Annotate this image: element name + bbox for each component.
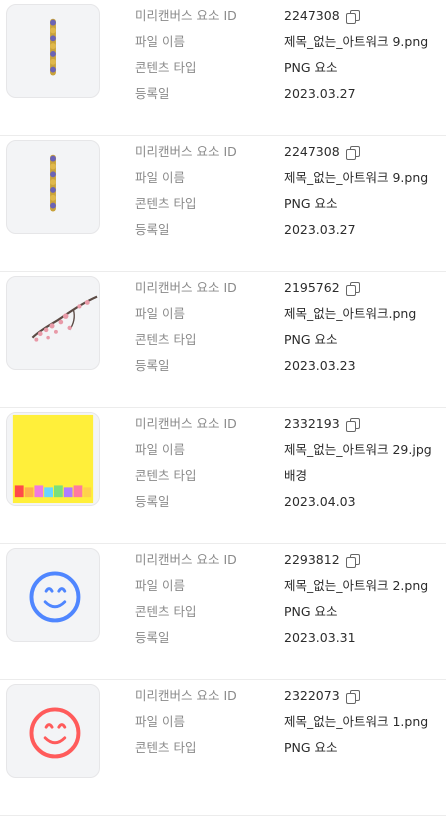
copy-icon[interactable] (345, 145, 360, 160)
content-type-label: 콘텐츠 타입 (135, 60, 197, 75)
blue-smiley-icon (29, 571, 81, 623)
thumbnail[interactable] (6, 4, 100, 98)
thumbnail[interactable] (6, 140, 100, 234)
list-item[interactable]: 미리캔버스 요소 ID 2247308 파일 이름 제목_없는_아트워크 9.pn… (0, 136, 446, 272)
filename-value: 제목_없는_아트워크.png (284, 306, 417, 321)
id-label: 미리캔버스 요소 ID (135, 688, 237, 703)
filename-value: 제목_없는_아트워크 9.png (284, 34, 429, 49)
yellow-gift-background-icon (7, 413, 99, 505)
filename-label: 파일 이름 (135, 170, 185, 185)
thumbnail[interactable] (6, 684, 100, 778)
copy-icon[interactable] (345, 9, 360, 24)
red-smiley-icon (29, 707, 81, 759)
list-item[interactable]: 미리캔버스 요소 ID 2293812 파일 이름 제목_없는_아트워크 2.pn… (0, 544, 446, 680)
beaded-stick-icon (50, 154, 56, 212)
beaded-stick-icon (50, 18, 56, 76)
filename-label: 파일 이름 (135, 442, 185, 457)
list-item[interactable]: 미리캔버스 요소 ID 2247308 파일 이름 제목_없는_아트워크 9.pn… (0, 0, 446, 136)
thumbnail[interactable] (6, 276, 100, 370)
filename-label: 파일 이름 (135, 714, 185, 729)
id-label: 미리캔버스 요소 ID (135, 416, 237, 431)
cherry-blossom-branch-icon (31, 295, 98, 342)
content-type-label: 콘텐츠 타입 (135, 196, 197, 211)
filename-label: 파일 이름 (135, 34, 185, 49)
element-id: 2195762 (284, 278, 360, 298)
id-label: 미리캔버스 요소 ID (135, 552, 237, 567)
element-id: 2322073 (284, 686, 360, 706)
id-label: 미리캔버스 요소 ID (135, 144, 237, 159)
content-type-value: PNG 요소 (284, 332, 338, 347)
id-label: 미리캔버스 요소 ID (135, 280, 237, 295)
content-type-value: PNG 요소 (284, 196, 338, 211)
thumbnail[interactable] (6, 548, 100, 642)
copy-icon[interactable] (345, 689, 360, 704)
filename-value: 제목_없는_아트워크 29.jpg (284, 442, 432, 457)
content-type-label: 콘텐츠 타입 (135, 604, 197, 619)
list-item[interactable]: 미리캔버스 요소 ID 2332193 파일 이름 제목_없는_아트워크 29.j… (0, 408, 446, 544)
copy-icon[interactable] (345, 553, 360, 568)
element-id: 2332193 (284, 414, 360, 434)
copy-icon[interactable] (345, 281, 360, 296)
thumbnail[interactable] (6, 412, 100, 506)
date-value: 2023.03.31 (284, 630, 356, 645)
content-type-label: 콘텐츠 타입 (135, 740, 197, 755)
content-type-value: PNG 요소 (284, 60, 338, 75)
date-value: 2023.04.03 (284, 494, 356, 509)
content-type-value: 배경 (284, 468, 308, 483)
filename-label: 파일 이름 (135, 306, 185, 321)
content-type-label: 콘텐츠 타입 (135, 332, 197, 347)
list-item[interactable]: 미리캔버스 요소 ID 2322073 파일 이름 제목_없는_아트워크 1.pn… (0, 680, 446, 816)
element-id: 2247308 (284, 6, 360, 26)
date-label: 등록일 (135, 358, 170, 373)
filename-value: 제목_없는_아트워크 2.png (284, 578, 429, 593)
element-id: 2293812 (284, 550, 360, 570)
date-label: 등록일 (135, 494, 170, 509)
list-item[interactable]: 미리캔버스 요소 ID 2195762 파일 이름 제목_없는_아트워크.png … (0, 272, 446, 408)
filename-value: 제목_없는_아트워크 9.png (284, 170, 429, 185)
date-value: 2023.03.23 (284, 358, 356, 373)
date-label: 등록일 (135, 222, 170, 237)
element-list: 미리캔버스 요소 ID 2247308 파일 이름제목_없는_아트워크 9.pn… (0, 0, 446, 816)
filename-label: 파일 이름 (135, 578, 185, 593)
date-value: 2023.03.27 (284, 86, 356, 101)
copy-icon[interactable] (345, 417, 360, 432)
filename-value: 제목_없는_아트워크 1.png (284, 714, 429, 729)
content-type-value: PNG 요소 (284, 604, 338, 619)
element-id: 2247308 (284, 142, 360, 162)
content-type-value: PNG 요소 (284, 740, 338, 755)
date-label: 등록일 (135, 86, 170, 101)
id-label: 미리캔버스 요소 ID (135, 8, 237, 23)
date-label: 등록일 (135, 630, 170, 645)
content-type-label: 콘텐츠 타입 (135, 468, 197, 483)
date-value: 2023.03.27 (284, 222, 356, 237)
